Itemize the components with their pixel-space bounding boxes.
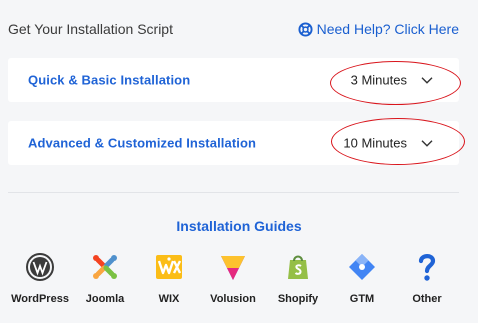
joomla-icon <box>93 255 117 279</box>
help-link[interactable]: Need Help? Click Here <box>298 21 459 37</box>
guide-label: Other <box>412 293 442 305</box>
gtm-icon <box>349 254 375 280</box>
option-card-quick[interactable]: Quick & Basic Installation 3 Minutes <box>8 58 459 102</box>
duration-dropdown[interactable]: 10 Minutes <box>343 136 433 151</box>
guide-label: WIX <box>158 293 180 305</box>
guide-label: Joomla <box>85 293 125 305</box>
guides-title: Installation Guides <box>176 218 302 234</box>
guide-other[interactable]: Other <box>392 252 462 305</box>
guides-list: WordPress Joomla WIX Volusion Shopify GT… <box>0 252 478 312</box>
guide-shopify[interactable]: Shopify <box>263 252 333 305</box>
lifebuoy-icon <box>298 21 313 37</box>
guide-label: GTM <box>349 293 375 305</box>
chevron-down-icon <box>421 139 433 147</box>
guide-joomla[interactable]: Joomla <box>70 252 140 305</box>
shopify-icon <box>288 255 308 279</box>
duration-value: 10 Minutes <box>343 135 407 151</box>
duration-dropdown[interactable]: 3 Minutes <box>351 73 433 88</box>
chevron-down-icon <box>421 76 433 84</box>
guide-wordpress[interactable]: WordPress <box>5 252 75 305</box>
guide-gtm[interactable]: GTM <box>327 252 397 305</box>
duration-value: 3 Minutes <box>350 72 407 88</box>
wix-icon <box>156 255 182 279</box>
divider <box>8 192 459 193</box>
header-title: Get Your Installation Script <box>8 21 173 37</box>
wordpress-icon <box>26 253 54 281</box>
volusion-icon <box>221 256 245 280</box>
help-link-label: Need Help? Click Here <box>316 21 459 37</box>
option-title[interactable]: Advanced & Customized Installation <box>28 136 256 151</box>
guide-wix[interactable]: WIX <box>134 252 204 305</box>
guide-label: Volusion <box>210 293 256 305</box>
option-title[interactable]: Quick & Basic Installation <box>28 73 190 88</box>
option-card-advanced[interactable]: Advanced & Customized Installation 10 Mi… <box>8 121 459 165</box>
guide-volusion[interactable]: Volusion <box>198 252 268 305</box>
question-icon <box>418 254 436 281</box>
guide-label: Shopify <box>277 293 319 305</box>
guide-label: WordPress <box>11 293 69 305</box>
